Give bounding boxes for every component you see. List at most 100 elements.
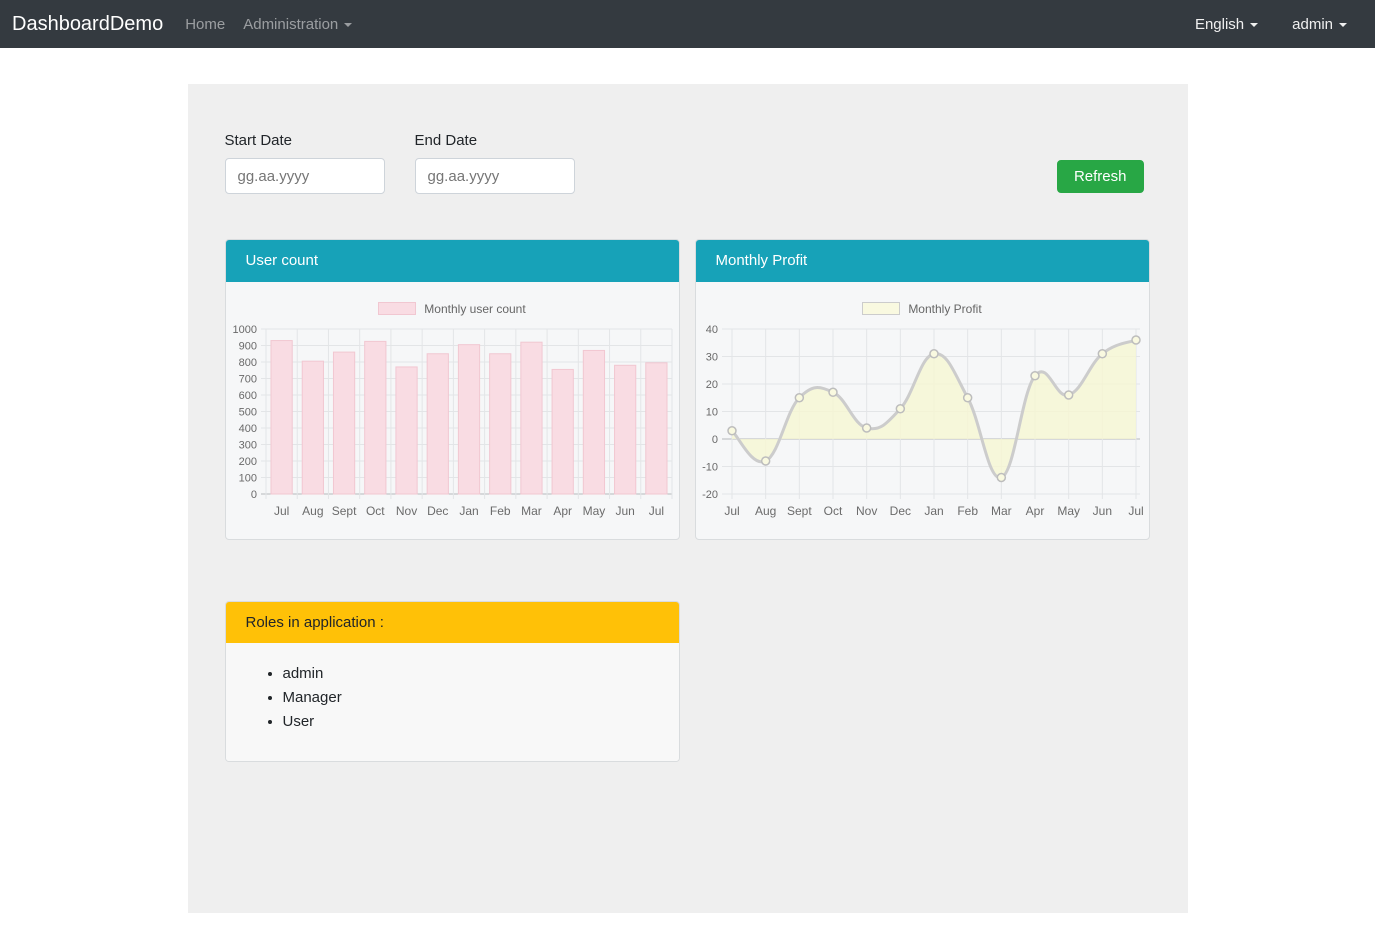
svg-text:May: May — [582, 504, 605, 518]
bar — [489, 354, 510, 494]
user-count-panel: User count Monthly user count 1000900800… — [225, 239, 680, 540]
start-date-group: Start Date — [225, 132, 385, 194]
bar — [614, 365, 635, 494]
svg-text:Nov: Nov — [855, 504, 876, 518]
role-item: User — [283, 713, 679, 730]
nav-item-administration-label: Administration — [243, 16, 338, 33]
svg-text:Dec: Dec — [889, 504, 910, 518]
data-point — [1064, 391, 1072, 399]
line-legend-label: Monthly Profit — [908, 302, 981, 316]
svg-text:Apr: Apr — [1025, 504, 1044, 518]
svg-text:20: 20 — [705, 379, 717, 391]
svg-text:800: 800 — [238, 357, 256, 369]
data-point — [1098, 350, 1106, 358]
svg-text:500: 500 — [238, 407, 256, 419]
monthly-profit-legend: Monthly Profit — [696, 301, 1149, 316]
data-point — [862, 424, 870, 432]
bar — [458, 345, 479, 494]
bar — [645, 363, 666, 494]
main-container: Start Date End Date Refresh User count M… — [188, 84, 1188, 913]
start-date-input[interactable] — [225, 158, 385, 194]
data-point — [930, 350, 938, 358]
svg-text:Aug: Aug — [302, 504, 323, 518]
role-item: Manager — [283, 689, 679, 706]
brand-link[interactable]: DashboardDemo — [12, 13, 163, 36]
bar — [583, 350, 604, 494]
svg-text:May: May — [1057, 504, 1080, 518]
svg-text:Aug: Aug — [754, 504, 775, 518]
svg-text:Sept: Sept — [331, 504, 356, 518]
refresh-button[interactable]: Refresh — [1057, 160, 1144, 193]
chevron-down-icon — [1339, 23, 1347, 27]
svg-text:Nov: Nov — [395, 504, 416, 518]
nav-links: Home Administration — [185, 16, 352, 33]
data-point — [963, 394, 971, 402]
svg-text:Jan: Jan — [459, 504, 478, 518]
svg-text:200: 200 — [238, 456, 256, 468]
svg-text:Mar: Mar — [521, 504, 542, 518]
data-point — [728, 427, 736, 435]
svg-text:700: 700 — [238, 374, 256, 386]
svg-text:10: 10 — [705, 407, 717, 419]
end-date-group: End Date — [415, 132, 575, 194]
svg-text:-10: -10 — [702, 462, 718, 474]
monthly-profit-panel-header: Monthly Profit — [696, 240, 1149, 282]
chevron-down-icon — [344, 23, 352, 27]
svg-text:Jul: Jul — [648, 504, 663, 518]
monthly-profit-line-chart: 403020100-10-20JulAugSeptOctNovDecJanFeb… — [696, 316, 1150, 539]
line-legend-swatch — [862, 302, 900, 315]
svg-text:1000: 1000 — [232, 324, 256, 336]
user-count-legend: Monthly user count — [226, 301, 679, 316]
bar — [395, 367, 416, 494]
svg-text:Mar: Mar — [990, 504, 1011, 518]
data-point — [761, 457, 769, 465]
roles-panel: Roles in application : adminManagerUser — [225, 601, 680, 762]
data-point — [896, 405, 904, 413]
svg-text:Feb: Feb — [489, 504, 510, 518]
end-date-input[interactable] — [415, 158, 575, 194]
svg-text:Oct: Oct — [365, 504, 384, 518]
data-point — [997, 474, 1005, 482]
svg-text:Jul: Jul — [724, 504, 739, 518]
svg-text:Sept: Sept — [786, 504, 811, 518]
svg-text:400: 400 — [238, 423, 256, 435]
svg-text:Jul: Jul — [1128, 504, 1143, 518]
svg-text:Jun: Jun — [615, 504, 634, 518]
roles-list: adminManagerUser — [226, 665, 679, 730]
page: DashboardDemo Home Administration Englis… — [0, 0, 1375, 932]
navbar: DashboardDemo Home Administration Englis… — [0, 0, 1375, 48]
svg-text:Oct: Oct — [823, 504, 842, 518]
bar-series — [271, 341, 667, 494]
chevron-down-icon — [1250, 23, 1258, 27]
data-point — [795, 394, 803, 402]
bar — [427, 354, 448, 494]
svg-text:-20: -20 — [702, 489, 718, 501]
data-point — [1031, 372, 1039, 380]
user-count-bar-chart: 10009008007006005004003002001000JulAugSe… — [226, 316, 680, 539]
svg-text:Jul: Jul — [273, 504, 288, 518]
language-dropdown[interactable]: English — [1195, 16, 1258, 33]
user-count-panel-body: Monthly user count 100090080070060050040… — [226, 282, 679, 539]
data-point — [829, 388, 837, 396]
svg-text:40: 40 — [705, 324, 717, 336]
user-menu-dropdown[interactable]: admin — [1292, 16, 1347, 33]
bar — [302, 361, 323, 494]
start-date-label: Start Date — [225, 132, 385, 149]
bar — [333, 352, 354, 494]
svg-text:600: 600 — [238, 390, 256, 402]
nav-item-home[interactable]: Home — [185, 16, 225, 33]
svg-text:Apr: Apr — [553, 504, 572, 518]
bar-chart-grid: 10009008007006005004003002001000 — [232, 324, 671, 501]
bar-legend-label: Monthly user count — [424, 302, 525, 316]
user-count-panel-header: User count — [226, 240, 679, 282]
nav-item-administration-dropdown[interactable]: Administration — [243, 16, 352, 33]
bar — [364, 341, 385, 494]
svg-text:Feb: Feb — [957, 504, 978, 518]
line-chart-x-labels: JulAugSeptOctNovDecJanFebMarAprMayJunJul — [724, 504, 1143, 518]
svg-text:0: 0 — [250, 489, 256, 501]
svg-text:Jun: Jun — [1092, 504, 1111, 518]
bar — [271, 341, 292, 494]
roles-panel-header: Roles in application : — [226, 602, 679, 643]
user-menu-label: admin — [1292, 16, 1333, 33]
end-date-label: End Date — [415, 132, 575, 149]
